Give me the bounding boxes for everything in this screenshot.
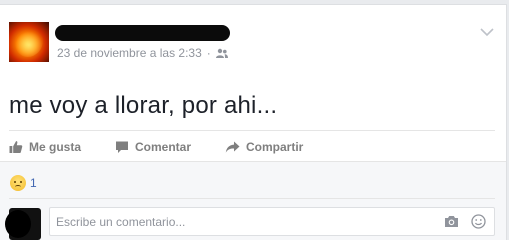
reactions-summary[interactable]: 1 — [10, 175, 37, 191]
post-timestamp[interactable]: 23 de noviembre a las 2:33 — [57, 46, 202, 60]
comment-input[interactable] — [56, 214, 444, 229]
comment-bubble-icon — [116, 141, 128, 153]
friends-icon[interactable] — [215, 48, 228, 59]
sad-reaction-icon — [10, 175, 26, 191]
smiley-icon[interactable] — [471, 214, 486, 229]
author-name-redacted[interactable] — [55, 25, 230, 41]
share-arrow-icon — [225, 141, 240, 153]
thumbs-up-icon — [9, 141, 23, 153]
divider — [9, 198, 495, 199]
camera-icon[interactable] — [444, 215, 459, 228]
reaction-count: 1 — [30, 176, 37, 190]
like-button[interactable]: Me gusta — [9, 138, 81, 156]
share-label: Compartir — [246, 140, 304, 154]
share-button[interactable]: Compartir — [225, 138, 303, 156]
author-avatar[interactable] — [9, 22, 49, 62]
composer-tools — [444, 214, 486, 229]
comment-label: Comentar — [135, 140, 192, 154]
commenter-avatar — [5, 208, 41, 240]
comment-button[interactable]: Comentar — [115, 138, 191, 156]
like-label: Me gusta — [29, 140, 82, 154]
meta-separator: · — [206, 46, 211, 60]
chevron-down-icon[interactable] — [480, 27, 494, 37]
post-text: me voy a llorar, por ahi... — [9, 92, 278, 119]
post-meta: 23 de noviembre a las 2:33 · — [57, 46, 228, 60]
divider — [9, 130, 495, 131]
comment-composer[interactable] — [49, 207, 495, 236]
post-card: 23 de noviembre a las 2:33 · me voy a ll… — [0, 4, 507, 240]
